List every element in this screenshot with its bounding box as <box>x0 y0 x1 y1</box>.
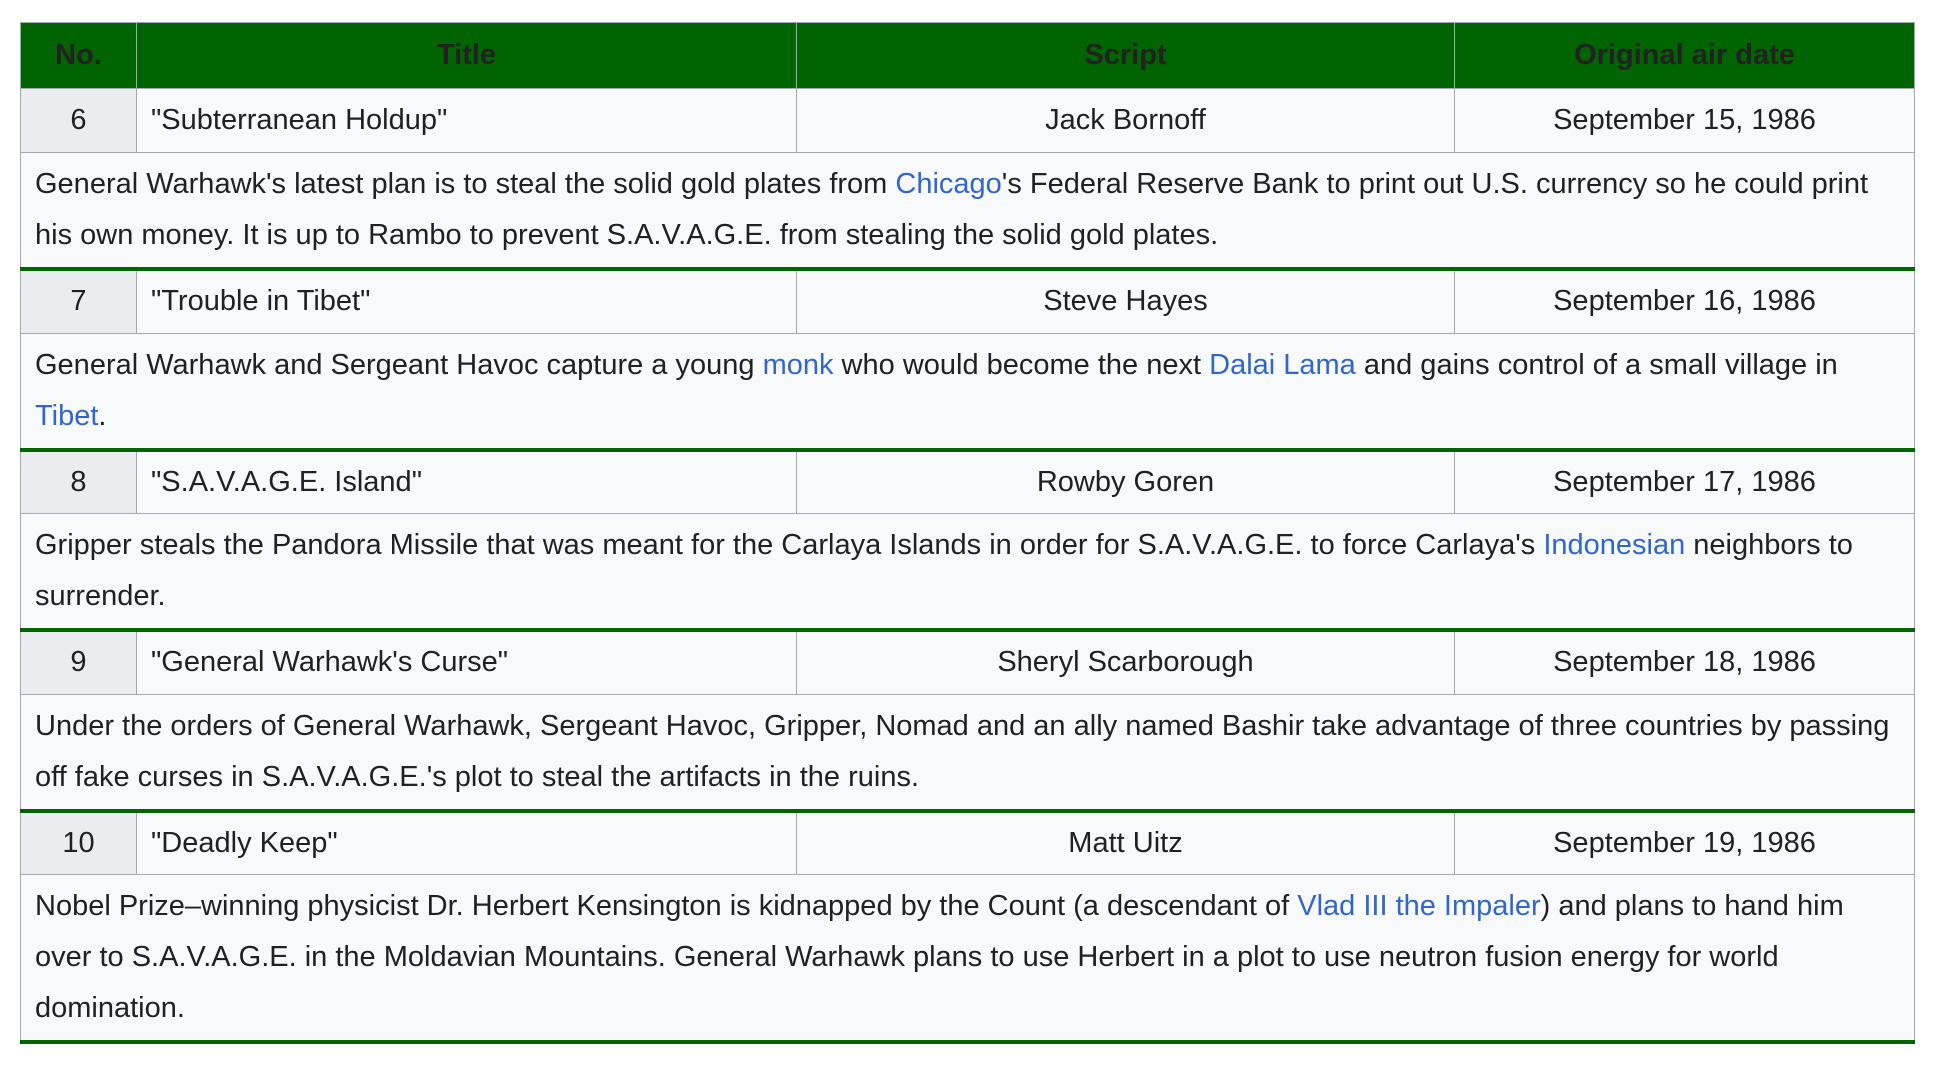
episode-table-container: No. Title Script Original air date 6 "Sub… <box>20 22 1915 1044</box>
summary-text: Nobel Prize–winning physicist Dr. Herber… <box>35 890 1298 922</box>
episode-number: 8 <box>20 449 137 514</box>
episode-script: Steve Hayes <box>796 268 1455 334</box>
episode-title: "Subterranean Holdup" <box>136 88 797 153</box>
summary-link[interactable]: Indonesian <box>1543 529 1685 561</box>
summary-link[interactable]: monk <box>763 349 834 381</box>
episode-number: 7 <box>20 268 137 334</box>
summary-link[interactable]: Vlad III the Impaler <box>1297 890 1540 922</box>
episode-summary: Gripper steals the Pandora Missile that … <box>20 513 1915 632</box>
episode-air-date: September 16, 1986 <box>1454 268 1915 334</box>
episode-table-body: 6 "Subterranean Holdup" Jack Bornoff Septem… <box>20 88 1915 1044</box>
episode-row: 6 "Subterranean Holdup" Jack Bornoff Septem… <box>20 88 1915 153</box>
episode-summary: Nobel Prize–winning physicist Dr. Herber… <box>20 874 1915 1044</box>
summary-text: Under the orders of General Warhawk, Ser… <box>35 709 1890 793</box>
episode-script: Matt Uitz <box>796 810 1455 875</box>
episode-script: Jack Bornoff <box>796 88 1455 153</box>
episode-number: 6 <box>20 88 137 153</box>
episode-summary: General Warhawk and Sergeant Havoc captu… <box>20 332 1915 452</box>
header-title[interactable]: Title <box>136 22 797 89</box>
episode-script: Sheryl Scarborough <box>796 629 1455 695</box>
summary-text: General Warhawk's latest plan is to stea… <box>35 168 896 200</box>
header-no[interactable]: No. <box>20 22 137 89</box>
episode-title: "General Warhawk's Curse" <box>136 629 797 695</box>
header-script[interactable]: Script <box>796 22 1455 89</box>
summary-text: and gains control of a small village in <box>1355 348 1838 381</box>
summary-text: who would become the next <box>833 348 1210 381</box>
episode-table: No. Title Script Original air date 6 "Sub… <box>20 22 1915 1044</box>
summary-link[interactable]: Chicago <box>895 168 1001 200</box>
episode-air-date: September 15, 1986 <box>1454 88 1915 153</box>
episode-row: 10 "Deadly Keep" Matt Uitz September 19, 19… <box>20 810 1915 875</box>
episode-summary-row: General Warhawk's latest plan is to stea… <box>20 152 1915 271</box>
episode-row: 8 "S.A.V.A.G.E. Island" Rowby Goren Septemb… <box>20 449 1915 514</box>
episode-summary-row: Under the orders of General Warhawk, Ser… <box>20 693 1915 813</box>
episode-summary-row: Nobel Prize–winning physicist Dr. Herber… <box>20 874 1915 1044</box>
episode-summary: General Warhawk's latest plan is to stea… <box>20 152 1915 271</box>
summary-text: Gripper steals the Pandora Missile that … <box>35 529 1544 561</box>
episode-title: "Trouble in Tibet" <box>136 268 797 334</box>
episode-number: 9 <box>20 629 137 695</box>
episode-air-date: September 17, 1986 <box>1454 449 1915 514</box>
episode-row: 9 "General Warhawk's Curse" Sheryl Scarbor… <box>20 629 1915 695</box>
header-air-date[interactable]: Original air date <box>1454 22 1915 89</box>
episode-number: 10 <box>20 810 137 875</box>
table-header-row: No. Title Script Original air date <box>20 22 1915 89</box>
episode-air-date: September 18, 1986 <box>1454 629 1915 695</box>
episode-title: "Deadly Keep" <box>136 810 797 875</box>
episode-title: "S.A.V.A.G.E. Island" <box>136 449 797 514</box>
summary-text: General Warhawk and Sergeant Havoc captu… <box>35 348 763 381</box>
summary-link[interactable]: Tibet <box>35 400 98 432</box>
episode-summary: Under the orders of General Warhawk, Ser… <box>20 693 1915 813</box>
episode-summary-row: General Warhawk and Sergeant Havoc captu… <box>20 332 1915 452</box>
summary-link[interactable]: Dalai Lama <box>1209 349 1356 381</box>
episode-script: Rowby Goren <box>796 449 1455 514</box>
episode-summary-row: Gripper steals the Pandora Missile that … <box>20 513 1915 632</box>
episode-air-date: September 19, 1986 <box>1454 810 1915 875</box>
summary-text: . <box>98 399 107 432</box>
episode-row: 7 "Trouble in Tibet" Steve Hayes September … <box>20 268 1915 334</box>
